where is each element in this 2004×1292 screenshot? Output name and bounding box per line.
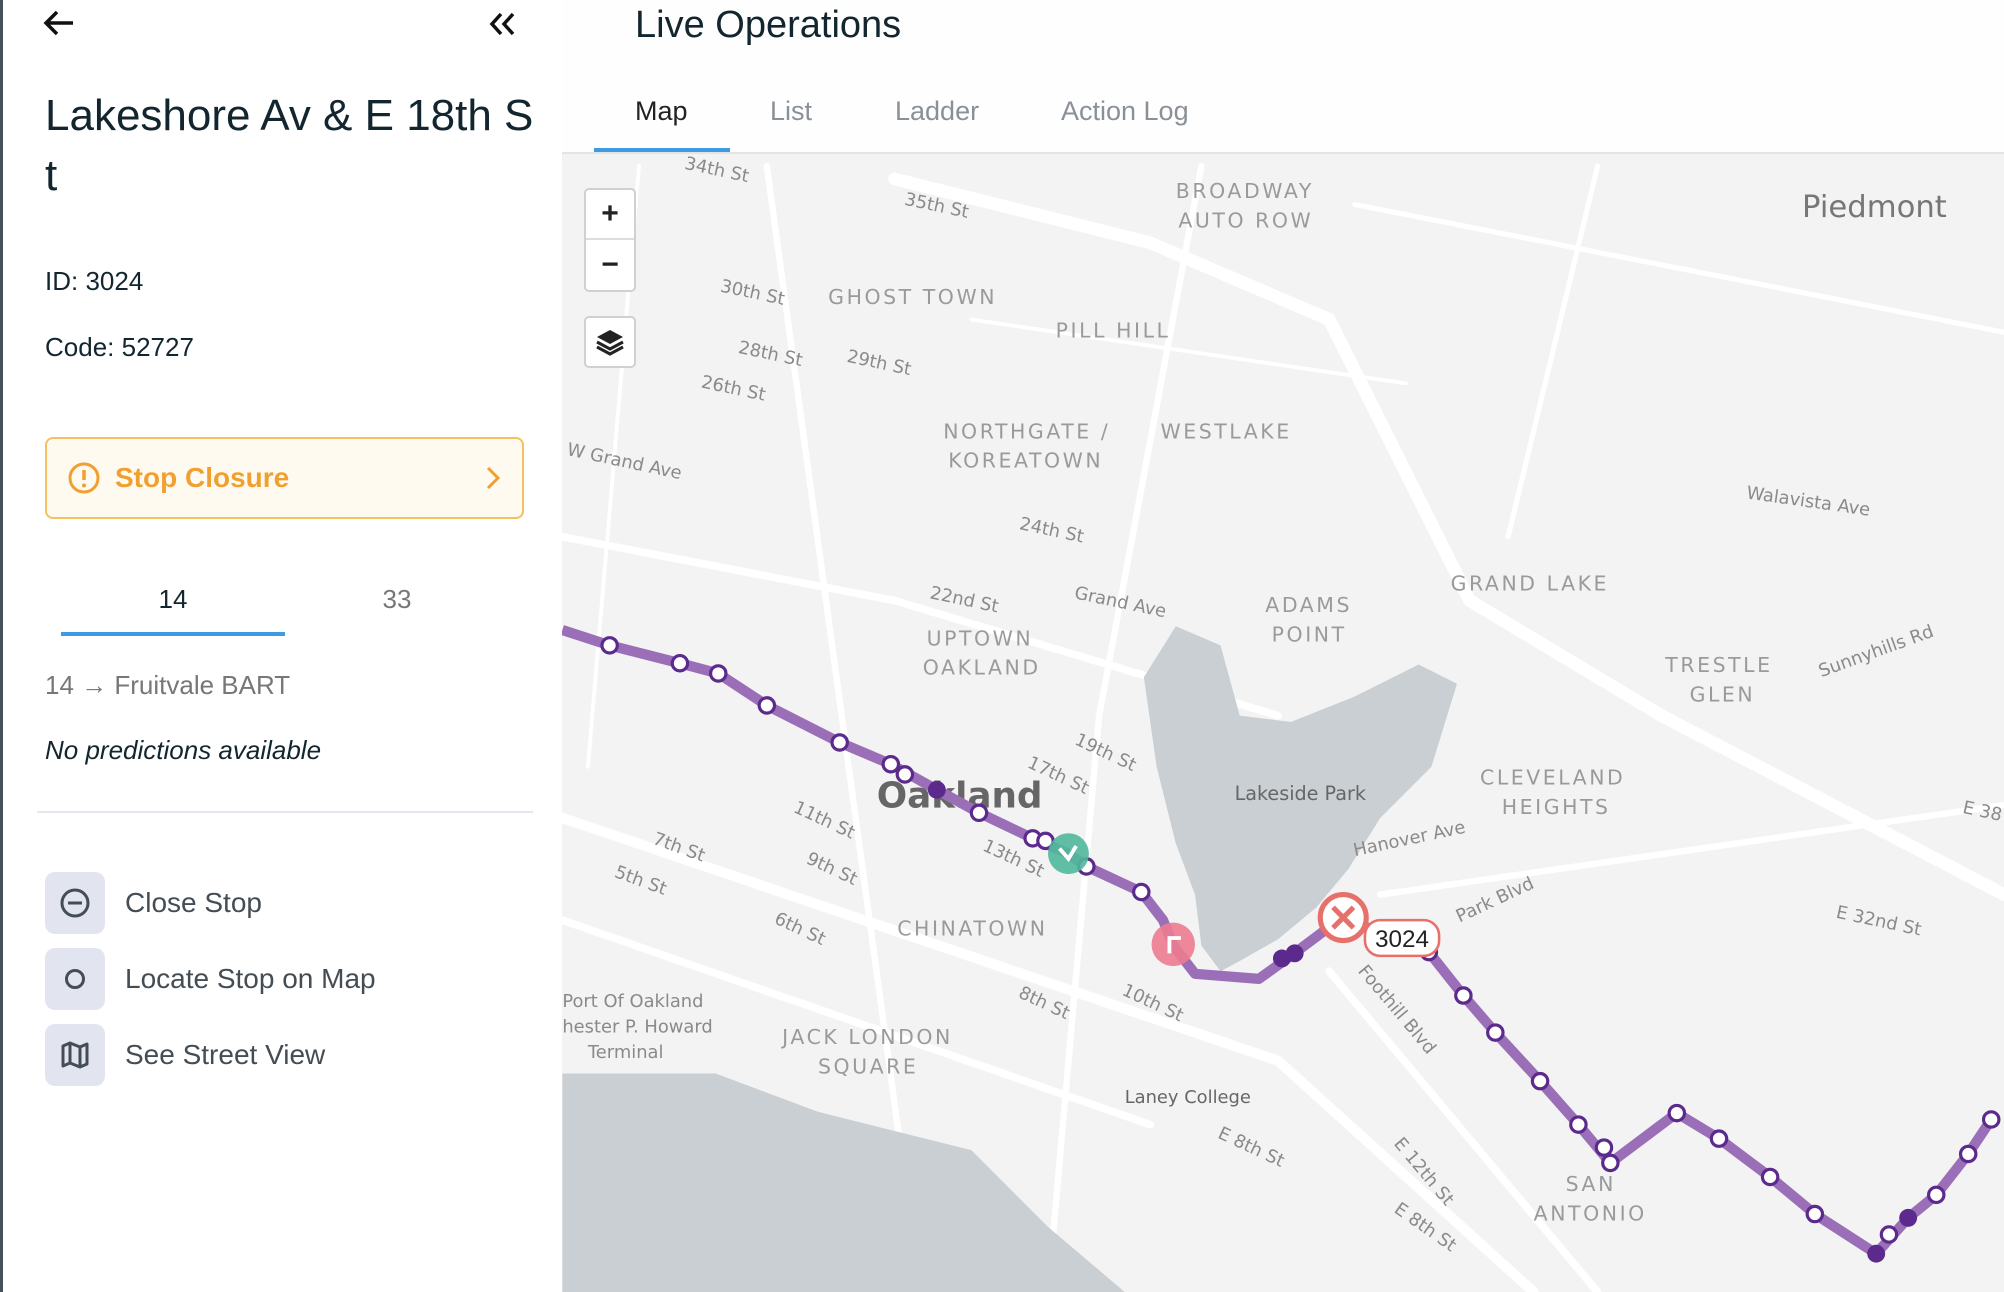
label: KOREATOWN [948, 449, 1103, 473]
stop-closure-alert[interactable]: Stop Closure [45, 437, 524, 519]
label: OAKLAND [923, 656, 1041, 680]
label: SQUARE [818, 1054, 918, 1078]
stop-marker-filled[interactable] [927, 780, 946, 799]
stop-marker[interactable] [1958, 1144, 1978, 1164]
vehicle-marker-green[interactable] [1048, 833, 1089, 875]
label: SAN [1566, 1172, 1616, 1196]
label: JACK LONDON [780, 1025, 953, 1049]
stop-marker[interactable] [1454, 986, 1473, 1005]
route-direction: 14 → Fruitvale BART [45, 670, 291, 700]
stop-marker[interactable] [1709, 1129, 1729, 1148]
stop-marker[interactable] [969, 803, 989, 823]
label: GLEN [1690, 683, 1756, 707]
stop-marker[interactable] [830, 733, 849, 752]
stop-marker[interactable] [1926, 1185, 1946, 1205]
label: CLEVELAND [1480, 766, 1625, 790]
stop-title: Lakeshore Av & E 18th St [45, 91, 534, 200]
label: Lakeside Park [1235, 782, 1367, 805]
label: PILL HILL [1056, 318, 1171, 342]
stop-marker[interactable] [1601, 1153, 1620, 1173]
stop-marker[interactable] [600, 636, 619, 655]
locate-stop-button[interactable]: Locate Stop on Map [45, 948, 376, 1010]
zoom-in-button[interactable]: + [586, 190, 634, 240]
action-label: Locate Stop on Map [125, 963, 376, 994]
route-tab-33[interactable]: 33 [285, 584, 509, 615]
stop-marker-filled[interactable] [1867, 1244, 1886, 1263]
stop-marker[interactable] [1132, 882, 1151, 902]
stop-marker[interactable] [895, 765, 915, 784]
route-tab-14[interactable]: 14 [61, 584, 285, 615]
tab-list[interactable]: List [770, 96, 812, 127]
double-chevron-left-icon[interactable] [487, 10, 517, 38]
label: NORTHGATE / [943, 419, 1110, 443]
tab-underline [594, 148, 730, 152]
exclamation-circle-icon [68, 462, 100, 494]
arrow-left-icon[interactable] [41, 8, 77, 38]
stop-marker[interactable] [1530, 1071, 1550, 1091]
label: hester P. Howard [562, 1017, 712, 1038]
label: ADAMS [1265, 593, 1352, 617]
zoom-out-button[interactable]: − [601, 240, 619, 290]
stop-code: Code: 52727 [45, 332, 194, 362]
stop-marker[interactable] [1805, 1204, 1825, 1224]
stop-marker-filled[interactable] [1285, 944, 1304, 963]
label: POINT [1272, 623, 1347, 647]
stop-detail-panel: Lakeshore Av & E 18th St ID: 3024 Code: … [0, 0, 562, 1292]
label: AUTO ROW [1178, 208, 1313, 232]
street-view-button[interactable]: See Street View [45, 1024, 325, 1086]
chevron-right-icon [486, 466, 501, 490]
label: Laney College [1125, 1087, 1251, 1108]
label: UPTOWN [927, 626, 1034, 650]
vehicle-marker-pink[interactable] [1151, 922, 1195, 967]
label: Terminal [587, 1042, 664, 1063]
stop-marker[interactable] [1594, 1138, 1614, 1157]
label: BROADWAY [1176, 179, 1314, 203]
stop-marker[interactable] [881, 754, 901, 774]
page-title: Live Operations [635, 4, 902, 46]
predictions-status: No predictions available [45, 735, 322, 765]
label: GHOST TOWN [828, 285, 997, 309]
stop-marker[interactable] [757, 696, 777, 715]
stop-marker[interactable] [1486, 1023, 1505, 1042]
label: ANTONIO [1534, 1201, 1647, 1225]
stop-marker[interactable] [709, 664, 728, 683]
label-piedmont: Piedmont [1802, 190, 1947, 225]
circle-icon [65, 969, 85, 989]
alert-label: Stop Closure [115, 462, 290, 493]
stop-marker[interactable] [1879, 1225, 1899, 1244]
action-label: See Street View [125, 1039, 326, 1070]
close-stop-button[interactable]: Close Stop [45, 872, 262, 934]
stop-marker[interactable] [1569, 1115, 1588, 1134]
app-header: Live Operations Map List Ladder Action L… [562, 0, 2004, 154]
label: TRESTLE [1664, 653, 1772, 677]
stop-marker[interactable] [1667, 1103, 1687, 1123]
stop-id: ID: 3024 [45, 266, 144, 296]
label: CHINATOWN [897, 916, 1047, 940]
minus-circle-icon [60, 888, 90, 918]
stop-marker[interactable] [670, 653, 690, 673]
stop-marker[interactable] [1760, 1167, 1780, 1187]
tab-ladder[interactable]: Ladder [895, 96, 979, 127]
tab-action-log[interactable]: Action Log [1061, 96, 1189, 127]
layers-icon [596, 330, 624, 356]
layers-button[interactable] [584, 316, 636, 368]
label: Port Of Oakland [562, 991, 703, 1012]
stop-marker[interactable] [1981, 1110, 2001, 1129]
zoom-control: + − [584, 188, 636, 292]
divider [37, 811, 533, 813]
stop-marker-filled[interactable] [1899, 1208, 1918, 1227]
label: WESTLAKE [1160, 419, 1291, 443]
action-label: Close Stop [125, 887, 262, 918]
route-tab-underline [61, 632, 285, 636]
tab-map[interactable]: Map [635, 96, 688, 127]
selected-stop-label: 3024 [1375, 926, 1429, 953]
label: GRAND LAKE [1451, 571, 1609, 595]
map-icon [61, 1041, 89, 1069]
label: HEIGHTS [1502, 795, 1611, 819]
